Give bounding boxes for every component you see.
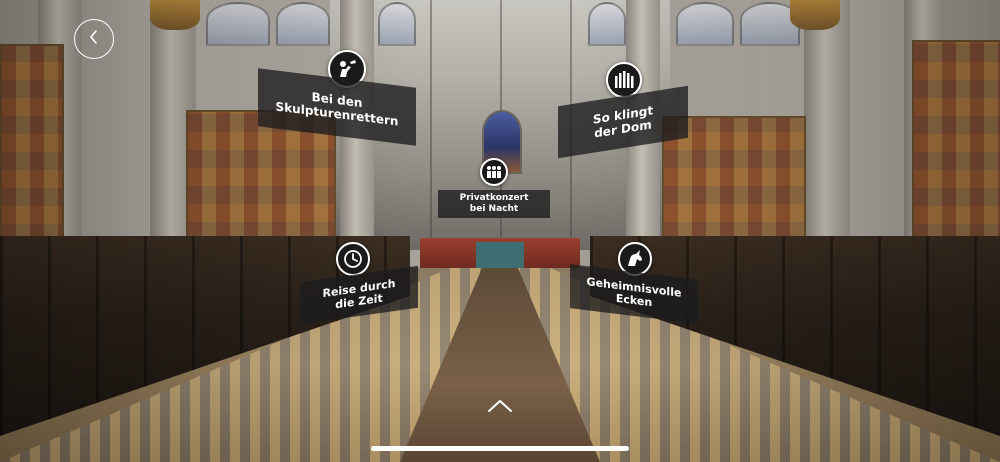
back-button[interactable]: [74, 19, 114, 59]
hotspot-label: Bei den Skulpturenrettern: [258, 68, 416, 146]
altar: [476, 242, 524, 268]
hotspot-privatkonzert[interactable]: Privatkonzert bei Nacht: [438, 158, 550, 220]
clock-icon: [336, 242, 370, 276]
choir-icon: [480, 158, 508, 186]
panorama-viewer[interactable]: Bei den Skulpturenrettern So klingt der …: [0, 0, 1000, 462]
hotspot-so-klingt-der-dom[interactable]: So klingt der Dom: [558, 60, 690, 159]
look-up-button[interactable]: [480, 396, 520, 420]
organ-icon: [606, 62, 642, 98]
hotspot-label: So klingt der Dom: [558, 85, 688, 159]
hotspot-label: Reise durch die Zeit: [300, 265, 418, 325]
hotspot-geheimnisvolle-ecken[interactable]: Geheimnisvolle Ecken: [570, 242, 700, 324]
home-indicator[interactable]: [371, 446, 629, 451]
hotspot-label: Privatkonzert bei Nacht: [438, 190, 550, 218]
chevron-up-icon: [486, 398, 514, 418]
hotspot-skulpturenretter[interactable]: Bei den Skulpturenrettern: [258, 48, 418, 148]
chevron-left-icon: [88, 29, 100, 49]
cathedral-panorama: [0, 0, 1000, 462]
hotspot-reise-durch-die-zeit[interactable]: Reise durch die Zeit: [300, 240, 420, 325]
hotspot-label: Geheimnisvolle Ecken: [570, 264, 698, 324]
